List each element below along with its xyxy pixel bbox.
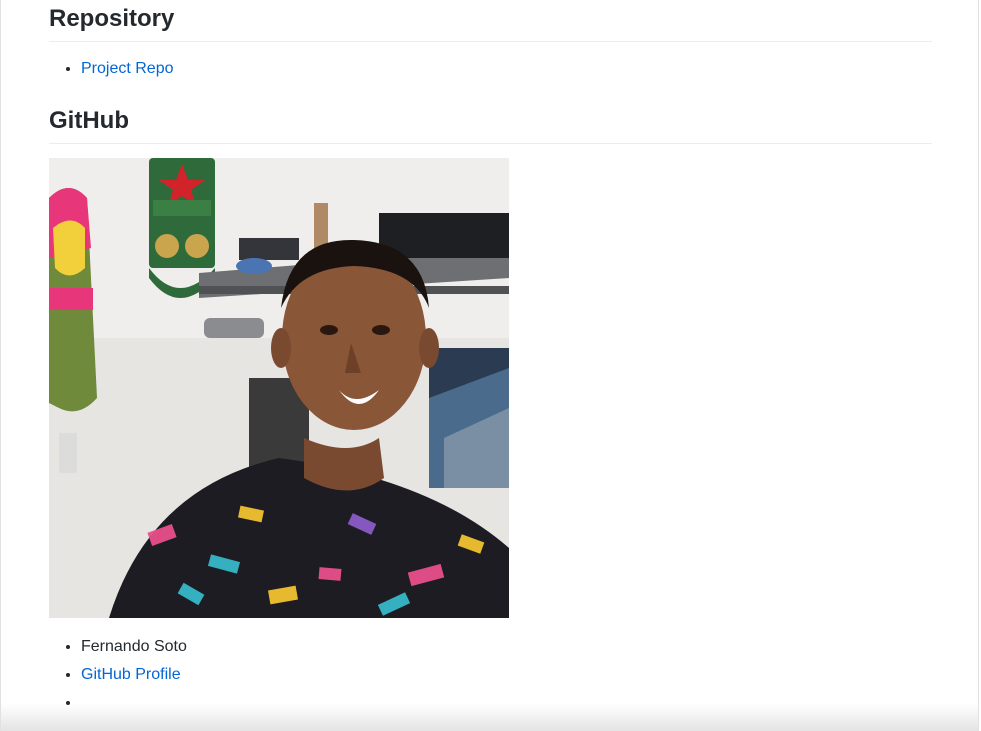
github-heading: GitHub: [49, 106, 932, 144]
repository-list: Project Repo: [49, 55, 174, 83]
readme-page: Repository Project Repo GitHub: [0, 0, 979, 731]
repository-heading: Repository: [49, 4, 932, 42]
profile-photo: [49, 158, 509, 618]
author-name: Fernando Soto: [81, 638, 187, 655]
list-item: Project Repo: [81, 55, 174, 83]
bottom-fade: [1, 703, 978, 731]
list-item: GitHub Profile: [81, 661, 187, 689]
project-repo-link[interactable]: Project Repo: [81, 60, 174, 77]
github-profile-link[interactable]: GitHub Profile: [81, 666, 181, 683]
list-item: Fernando Soto: [81, 633, 187, 661]
